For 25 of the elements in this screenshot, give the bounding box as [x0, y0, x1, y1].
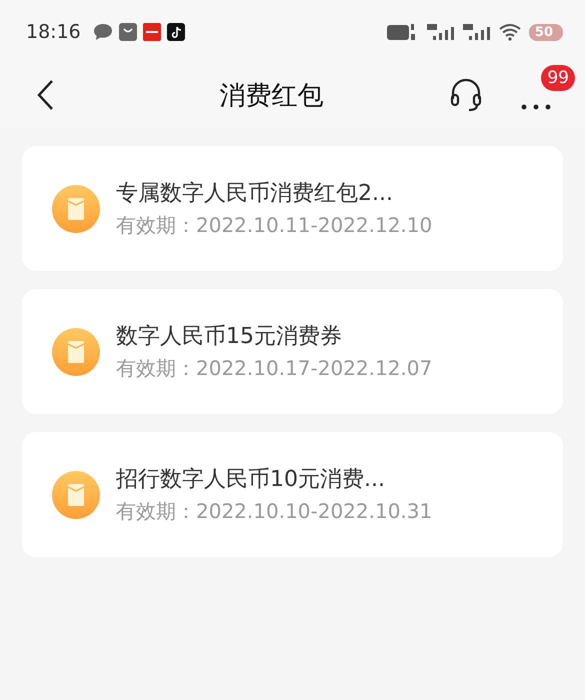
- envelope-icon: [52, 470, 100, 518]
- coupon-card[interactable]: 招行数字人民币10元消费... 有效期：2022.10.10-2022.10.31: [22, 432, 563, 557]
- envelope-icon: [52, 328, 100, 376]
- coupon-name: 专属数字人民币消费红包2...: [116, 180, 394, 208]
- back-button[interactable]: [36, 79, 54, 111]
- coupon-card[interactable]: 数字人民币15元消费券 有效期：2022.10.17-2022.12.07: [22, 289, 563, 414]
- coupon-name: 数字人民币15元消费券: [116, 323, 343, 351]
- app-notification-icon: [118, 23, 137, 41]
- headset-icon[interactable]: [449, 77, 483, 113]
- notification-badge: 99: [541, 65, 575, 91]
- validity-period: 有效期：2022.10.11-2022.12.10: [116, 212, 432, 239]
- cellular-signal-icon: [426, 22, 455, 42]
- coupon-card[interactable]: 专属数字人民币消费红包2... 有效期：2022.10.11-2022.12.10: [22, 146, 563, 271]
- coupon-name: 招行数字人民币10元消费...: [116, 466, 386, 494]
- wifi-icon: [498, 23, 521, 41]
- chat-bubble-icon: [92, 23, 113, 41]
- validity-period: 有效期：2022.10.17-2022.12.07: [116, 355, 432, 382]
- music-note-icon: [166, 23, 185, 41]
- battery-level: 50: [528, 24, 563, 40]
- app-notification-icon: [142, 23, 161, 41]
- status-time: 18:16: [26, 21, 81, 43]
- envelope-icon: [52, 184, 100, 232]
- cellular-signal-icon: [462, 22, 491, 42]
- page-title: 消费红包: [218, 80, 324, 112]
- validity-period: 有效期：2022.10.10-2022.10.31: [116, 498, 432, 525]
